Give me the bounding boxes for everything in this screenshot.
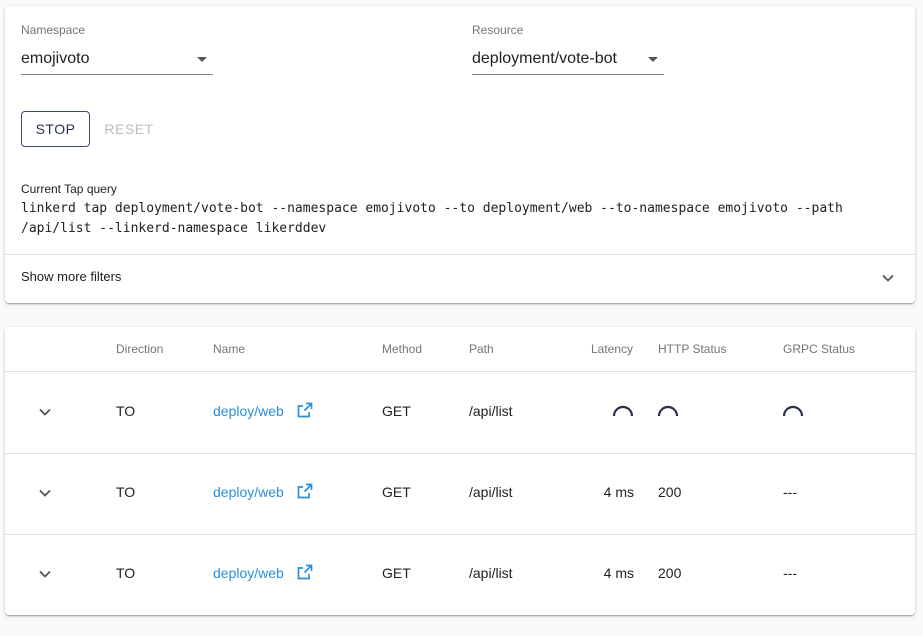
row-latency: 4 ms [603,484,634,500]
expand-row-icon[interactable] [38,405,52,419]
namespace-value: emojivoto [21,50,90,67]
header-http-status: HTTP Status [658,342,727,356]
row-method: GET [382,565,411,581]
show-more-filters-label: Show more filters [21,269,122,284]
resource-select[interactable]: deployment/vote-bot [472,43,664,75]
row-path: /api/list [469,403,513,419]
dropdown-arrow-icon [648,57,658,62]
tap-controls-card: Namespace emojivoto Resource deployment/… [5,6,915,303]
namespace-field: Namespace emojivoto [21,23,213,79]
external-link-icon[interactable] [296,401,314,419]
row-direction: TO [116,565,136,581]
dropdown-arrow-icon [197,57,207,62]
row-path: /api/list [469,484,513,500]
header-direction: Direction [116,342,164,356]
row-http-status: 200 [658,484,682,500]
table-row: TO deploy/web GET /api/list [5,372,915,453]
header-method: Method [382,342,423,356]
tap-results-table: Direction Name Method Path Latency HTTP … [5,327,915,615]
row-name-link[interactable]: deploy/web [213,484,284,500]
namespace-label: Namespace [21,23,86,37]
row-method: GET [382,484,411,500]
show-more-filters-toggle[interactable]: Show more filters [5,255,915,303]
header-path: Path [469,342,494,356]
stop-button[interactable]: STOP [21,111,90,147]
expand-row-icon[interactable] [38,486,52,500]
namespace-select[interactable]: emojivoto [21,43,213,75]
row-http-status: 200 [658,565,682,581]
row-name-link[interactable]: deploy/web [213,565,284,581]
tap-query-line-1: linkerd tap deployment/vote-bot --namesp… [21,201,843,216]
row-method: GET [382,403,411,419]
header-latency: Latency [591,342,634,356]
header-name: Name [213,342,246,356]
resource-field: Resource deployment/vote-bot [472,23,664,79]
tap-query-text: linkerd tap deployment/vote-bot --namesp… [21,199,891,239]
table-row: TO deploy/web GET /api/list 4 ms 200 --- [5,534,915,615]
resource-value: deployment/vote-bot [472,50,617,67]
header-grpc-status: GRPC Status [783,342,856,356]
row-latency: 4 ms [603,565,634,581]
expand-row-icon[interactable] [38,567,52,581]
row-direction: TO [116,403,136,419]
loading-spinner-icon [657,405,679,417]
resource-label: Resource [472,23,524,37]
reset-button[interactable]: RESET [99,111,159,147]
external-link-icon[interactable] [296,482,314,500]
chevron-down-icon [882,274,894,282]
table-row: TO deploy/web GET /api/list 4 ms 200 --- [5,453,915,534]
row-path: /api/list [469,565,513,581]
row-direction: TO [116,484,136,500]
row-grpc-status: --- [783,565,797,581]
loading-spinner-icon [782,405,804,417]
external-link-icon[interactable] [296,563,314,581]
tap-query-label: Current Tap query [21,182,117,196]
row-name-link[interactable]: deploy/web [213,403,284,419]
loading-spinner-icon [612,405,634,417]
tap-query-line-2: /api/list --linkerd-namespace likerddev [21,221,327,236]
row-grpc-status: --- [783,484,797,500]
